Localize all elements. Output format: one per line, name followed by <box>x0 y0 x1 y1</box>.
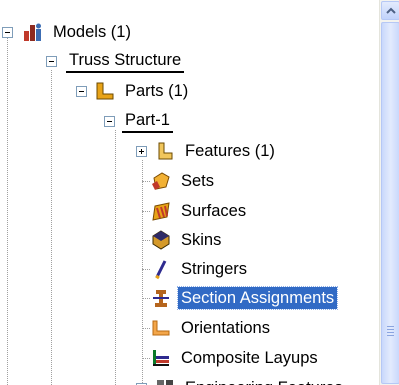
model-tree: Models (1) Truss Structure Parts (1) Par… <box>0 0 379 385</box>
tree-label-part-1: Part-1 <box>122 109 173 133</box>
features-expand-toggle[interactable] <box>136 146 147 157</box>
tree-label-section-assignments: Section Assignments <box>176 286 339 310</box>
tree-label-features: Features (1) <box>185 142 275 160</box>
composite-layups-icon <box>150 347 172 369</box>
tree-label-engineering-features: Engineering Features <box>182 377 346 385</box>
features-icon <box>154 140 176 162</box>
parts-icon <box>94 80 116 102</box>
thumb-grip <box>387 326 394 327</box>
tree-guide <box>142 160 143 385</box>
scroll-up-button[interactable] <box>381 1 399 20</box>
section-assignments-icon <box>150 287 172 309</box>
models-collapse-toggle[interactable] <box>2 27 13 38</box>
tree-item-stringers[interactable]: Stringers <box>150 255 250 283</box>
tree-item-composite-layups[interactable]: Composite Layups <box>150 344 321 372</box>
tree-item-truss-structure[interactable]: Truss Structure <box>66 47 185 75</box>
part1-collapse-toggle[interactable] <box>104 116 115 127</box>
tree-item-orientations[interactable]: Orientations <box>150 314 273 342</box>
tree-guide <box>142 328 150 329</box>
tree-item-models[interactable]: Models (1) <box>22 18 134 46</box>
tree-item-engineering-features[interactable]: Engineering Features <box>154 374 346 385</box>
orientations-icon <box>150 317 172 339</box>
vertical-scrollbar[interactable] <box>379 0 399 385</box>
skins-icon <box>150 229 172 251</box>
tree-label-parts: Parts (1) <box>125 82 189 100</box>
tree-guide <box>142 358 150 359</box>
tree-label-composite-layups: Composite Layups <box>181 349 318 367</box>
tree-item-features[interactable]: Features (1) <box>154 137 278 165</box>
tree-guide <box>142 240 150 241</box>
tree-item-surfaces[interactable]: Surfaces <box>150 197 249 225</box>
truss-collapse-toggle[interactable] <box>46 56 57 67</box>
sets-icon <box>150 170 172 192</box>
tree-guide <box>142 181 150 182</box>
tree-label-stringers: Stringers <box>181 260 248 278</box>
tree-item-part-1[interactable]: Part-1 <box>122 107 173 135</box>
surfaces-icon <box>150 200 172 222</box>
scrollbar-thumb[interactable] <box>381 22 399 384</box>
tree-guide <box>142 211 150 212</box>
engineering-features-icon <box>154 377 176 385</box>
chevron-up-icon <box>385 7 396 14</box>
models-icon <box>22 21 44 43</box>
tree-label-orientations: Orientations <box>181 319 270 337</box>
tree-label-models: Models (1) <box>53 23 131 41</box>
tree-label-skins: Skins <box>181 231 222 249</box>
thumb-grip <box>387 329 394 330</box>
tree-item-section-assignments[interactable]: Section Assignments <box>150 284 339 312</box>
tree-item-skins[interactable]: Skins <box>150 226 224 254</box>
tree-item-sets[interactable]: Sets <box>150 167 217 195</box>
tree-label-sets: Sets <box>181 172 215 190</box>
thumb-grip <box>387 335 394 336</box>
tree-guide <box>51 70 52 385</box>
tree-guide <box>142 269 150 270</box>
tree-guide <box>115 130 116 385</box>
tree-label-surfaces: Surfaces <box>181 202 247 220</box>
stringers-icon <box>150 258 172 280</box>
tree-item-parts[interactable]: Parts (1) <box>94 77 191 105</box>
tree-label-truss-structure: Truss Structure <box>66 49 185 73</box>
tree-guide <box>7 35 8 385</box>
tree-guide <box>142 298 150 299</box>
thumb-grip <box>387 332 394 333</box>
parts-collapse-toggle[interactable] <box>76 86 87 97</box>
